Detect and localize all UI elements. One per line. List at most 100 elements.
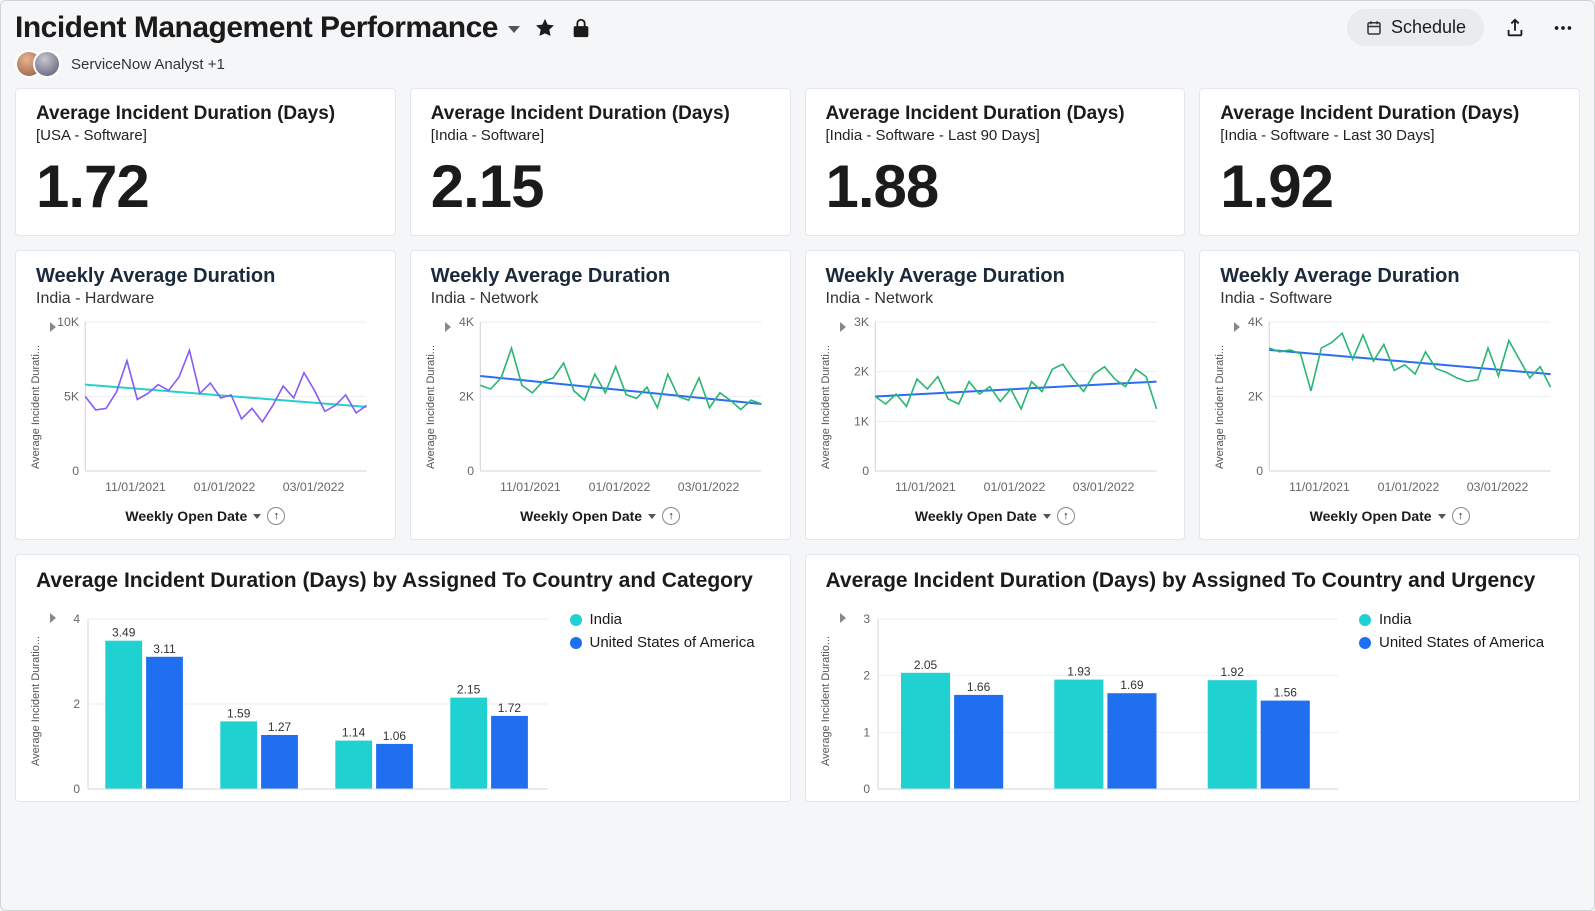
sort-asc-icon[interactable]: ↑ <box>1057 507 1075 525</box>
mini-chart-row: Weekly Average Duration India - Hardware… <box>1 250 1594 554</box>
expand-icon[interactable] <box>1234 322 1240 332</box>
header: Incident Management Performance Schedule <box>1 1 1594 46</box>
svg-text:1.72: 1.72 <box>498 701 522 715</box>
svg-text:1.14: 1.14 <box>342 726 366 740</box>
svg-text:2K: 2K <box>459 390 474 404</box>
mini-chart-card[interactable]: Weekly Average Duration India - Network … <box>410 250 791 540</box>
mini-chart-card[interactable]: Weekly Average Duration India - Hardware… <box>15 250 396 540</box>
sort-asc-icon[interactable]: ↑ <box>267 507 285 525</box>
chevron-down-icon <box>253 514 261 519</box>
kpi-card[interactable]: Average Incident Duration (Days) [India … <box>805 88 1186 236</box>
mini-chart-title: Weekly Average Duration <box>1220 265 1559 288</box>
mini-chart-footer: Weekly Open Date ↑ <box>431 499 770 525</box>
share-button[interactable] <box>1498 11 1532 45</box>
ellipsis-icon <box>1552 17 1574 39</box>
svg-text:4K: 4K <box>459 315 474 329</box>
mini-chart-area: Average Incident Durati... 01K2K3K 11/01… <box>826 314 1165 499</box>
mini-chart-subtitle: India - Network <box>431 290 770 308</box>
sort-asc-icon[interactable]: ↑ <box>1452 507 1470 525</box>
expand-icon[interactable] <box>840 613 846 623</box>
avatar-group[interactable] <box>15 50 61 78</box>
svg-text:11/01/2021: 11/01/2021 <box>1289 480 1350 494</box>
line-chart-svg: 02K4K 11/01/202101/01/202203/01/2022 <box>431 314 770 499</box>
svg-text:2: 2 <box>73 697 80 711</box>
mini-chart-area: Average Incident Durati... 02K4K 11/01/2… <box>431 314 770 499</box>
y-axis-label: Average Incident Durati... <box>1214 345 1226 469</box>
more-button[interactable] <box>1546 11 1580 45</box>
legend-item[interactable]: United States of America <box>570 634 770 651</box>
title-dropdown[interactable]: Incident Management Performance <box>15 11 520 45</box>
legend-label: United States of America <box>590 634 755 651</box>
kpi-value: 1.92 <box>1220 152 1559 221</box>
legend-label: United States of America <box>1379 634 1544 651</box>
mini-chart-subtitle: India - Network <box>826 290 1165 308</box>
wide-chart-area: Average Incident Duratio... 0123 2.051.9… <box>826 601 1350 801</box>
kpi-subtitle: [India - Software - Last 90 Days] <box>826 127 1165 144</box>
kpi-card[interactable]: Average Incident Duration (Days) [India … <box>1199 88 1580 236</box>
x-axis-label[interactable]: Weekly Open Date <box>915 508 1037 524</box>
line-chart-svg: 01K2K3K 11/01/202101/01/202203/01/2022 <box>826 314 1165 499</box>
share-icon <box>1504 17 1526 39</box>
svg-text:2K: 2K <box>854 365 869 379</box>
x-axis-label[interactable]: Weekly Open Date <box>1310 508 1432 524</box>
legend-item[interactable]: India <box>570 611 770 628</box>
x-axis-label[interactable]: Weekly Open Date <box>125 508 247 524</box>
chevron-down-icon <box>648 514 656 519</box>
mini-chart-card[interactable]: Weekly Average Duration India - Network … <box>805 250 1186 540</box>
mini-chart-footer: Weekly Open Date ↑ <box>826 499 1165 525</box>
mini-chart-card[interactable]: Weekly Average Duration India - Software… <box>1199 250 1580 540</box>
svg-text:1.59: 1.59 <box>227 706 251 720</box>
svg-text:01/01/2022: 01/01/2022 <box>194 480 256 494</box>
svg-text:03/01/2022: 03/01/2022 <box>1467 480 1529 494</box>
legend-item[interactable]: United States of America <box>1359 634 1559 651</box>
mini-chart-title: Weekly Average Duration <box>431 265 770 288</box>
svg-text:1.69: 1.69 <box>1120 678 1144 692</box>
kpi-subtitle: [India - Software] <box>431 127 770 144</box>
lock-icon[interactable] <box>570 17 592 39</box>
svg-text:01/01/2022: 01/01/2022 <box>1378 480 1440 494</box>
x-axis-label[interactable]: Weekly Open Date <box>520 508 642 524</box>
legend-label: India <box>590 611 623 628</box>
svg-text:2.05: 2.05 <box>913 658 937 672</box>
svg-text:0: 0 <box>1257 464 1264 478</box>
y-axis-label: Average Incident Durati... <box>425 345 437 469</box>
legend-item[interactable]: India <box>1359 611 1559 628</box>
mini-chart-area: Average Incident Durati... 05K10K 11/01/… <box>36 314 375 499</box>
svg-text:0: 0 <box>72 464 79 478</box>
svg-text:03/01/2022: 03/01/2022 <box>283 480 345 494</box>
svg-text:4K: 4K <box>1248 315 1263 329</box>
expand-icon[interactable] <box>445 322 451 332</box>
kpi-subtitle: [India - Software - Last 30 Days] <box>1220 127 1559 144</box>
chevron-down-icon <box>1438 514 1446 519</box>
kpi-value: 1.72 <box>36 152 375 221</box>
svg-text:1.06: 1.06 <box>383 729 407 743</box>
expand-icon[interactable] <box>50 322 56 332</box>
wide-chart-card[interactable]: Average Incident Duration (Days) by Assi… <box>805 554 1581 802</box>
svg-text:0: 0 <box>73 782 80 796</box>
y-axis-label: Average Incident Duratio... <box>820 636 832 766</box>
mini-chart-footer: Weekly Open Date ↑ <box>1220 499 1559 525</box>
svg-text:01/01/2022: 01/01/2022 <box>983 480 1045 494</box>
bar-chart-svg: 0123 2.051.931.921.661.691.56 <box>826 601 1346 801</box>
schedule-button[interactable]: Schedule <box>1347 9 1484 46</box>
wide-chart-card[interactable]: Average Incident Duration (Days) by Assi… <box>15 554 791 802</box>
star-icon[interactable] <box>534 17 556 39</box>
kpi-subtitle: [USA - Software] <box>36 127 375 144</box>
sort-asc-icon[interactable]: ↑ <box>662 507 680 525</box>
mini-chart-title: Weekly Average Duration <box>36 265 375 288</box>
expand-icon[interactable] <box>840 322 846 332</box>
page-title: Incident Management Performance <box>15 11 498 45</box>
bar-chart-svg: 024 3.491.591.142.153.111.271.061.72 <box>36 601 556 801</box>
svg-text:1.56: 1.56 <box>1273 686 1297 700</box>
legend-label: India <box>1379 611 1412 628</box>
svg-text:0: 0 <box>467 464 474 478</box>
mini-chart-subtitle: India - Software <box>1220 290 1559 308</box>
line-chart-svg: 0 2K 4K 11/01/2021 01/01/2022 03/01/2022 <box>1220 314 1559 499</box>
kpi-card[interactable]: Average Incident Duration (Days) [USA - … <box>15 88 396 236</box>
svg-text:1: 1 <box>863 725 870 739</box>
svg-text:2K: 2K <box>1248 390 1263 404</box>
y-axis-label: Average Incident Durati... <box>820 345 832 469</box>
mini-chart-footer: Weekly Open Date ↑ <box>36 499 375 525</box>
kpi-card[interactable]: Average Incident Duration (Days) [India … <box>410 88 791 236</box>
expand-icon[interactable] <box>50 613 56 623</box>
